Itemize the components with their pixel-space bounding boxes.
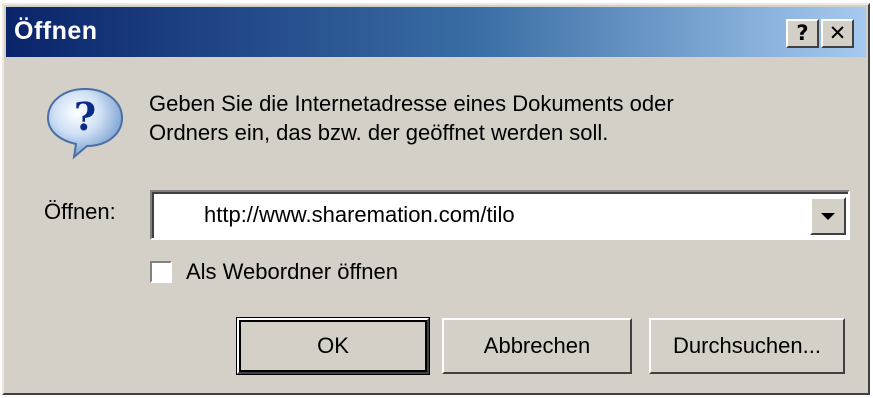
dropdown-button[interactable] [810,197,846,235]
cancel-button-label: Abbrechen [483,333,591,358]
open-dialog: Öffnen ? ✕ ? Geben Sie die Internetadres… [2,3,870,395]
message-line-2: Ordners ein, das bzw. der geöffnet werde… [149,120,609,145]
dialog-title: Öffnen [14,17,98,45]
browse-button-label: Durchsuchen... [673,333,821,358]
close-icon: ✕ [828,21,847,45]
ok-button-label: OK [317,333,349,358]
svg-text:?: ? [74,94,96,139]
webfolder-checkbox-label[interactable]: Als Webordner öffnen [186,259,398,285]
cancel-button[interactable]: Abbrechen [442,318,632,374]
ok-button[interactable]: OK [237,318,429,374]
title-bar[interactable]: Öffnen ? ✕ [6,7,866,57]
close-button[interactable]: ✕ [821,19,854,48]
help-button[interactable]: ? [786,19,819,48]
webfolder-checkbox[interactable] [150,261,172,283]
message-line-1: Geben Sie die Internetadresse eines Doku… [149,91,674,116]
help-icon: ? [796,21,809,45]
question-icon: ? [44,85,126,161]
dialog-message: Geben Sie die Internetadresse eines Doku… [149,89,829,147]
open-field-label: Öffnen: [44,199,116,224]
chevron-down-icon [821,212,835,220]
address-combobox[interactable]: http://www.sharemation.com/tilo [150,190,850,240]
browse-button[interactable]: Durchsuchen... [649,318,845,374]
address-input[interactable]: http://www.sharemation.com/tilo [204,202,515,228]
